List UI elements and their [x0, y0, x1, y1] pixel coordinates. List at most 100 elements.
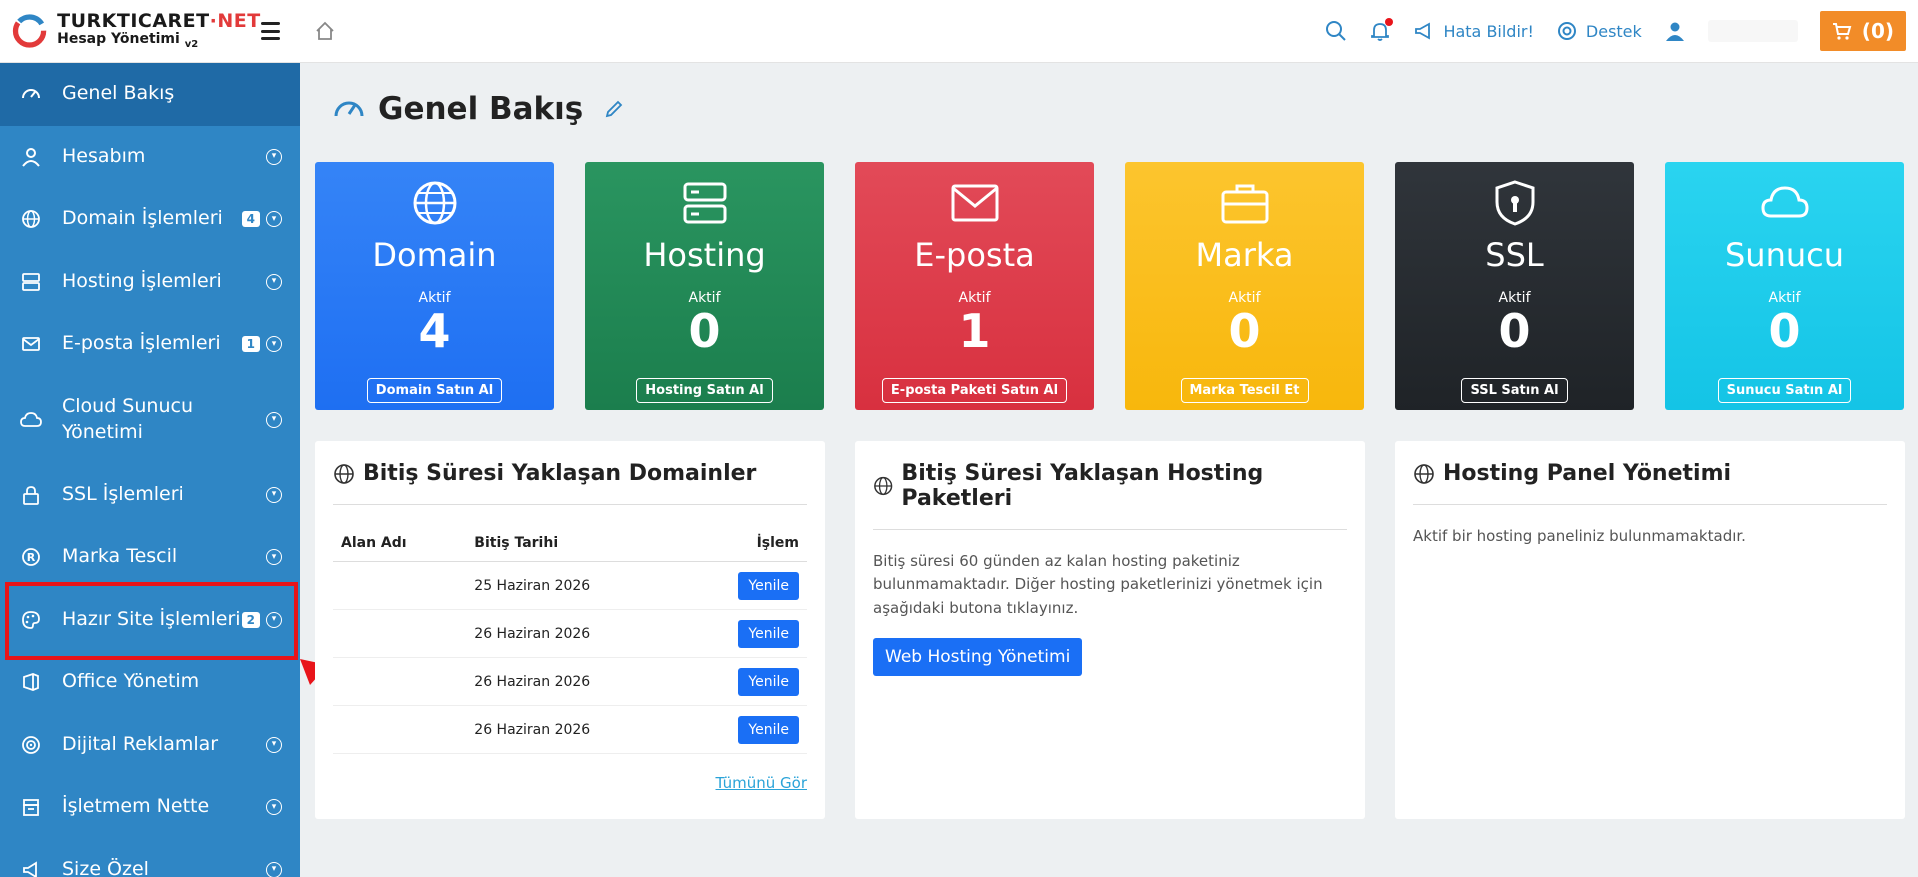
card-title: Marka — [1195, 236, 1294, 274]
report-bug-link[interactable]: Hata Bildir! — [1413, 20, 1534, 42]
table-row: 26 Haziran 2026 Yenile — [333, 609, 807, 658]
chevron-down-icon[interactable]: ▾ — [266, 211, 282, 228]
expiring-domains-table: Alan Adı Bitiş Tarihi İşlem 25 Haziran 2… — [333, 525, 807, 754]
hosting-panel-management: Hosting Panel Yönetimi Aktif bir hosting… — [1395, 441, 1905, 819]
card-count: 1 — [958, 304, 991, 358]
user-name-box[interactable] — [1707, 20, 1798, 42]
support-link[interactable]: Destek — [1556, 20, 1642, 42]
action-cell: Yenile — [681, 609, 807, 658]
home-icon[interactable] — [314, 20, 336, 42]
chevron-down-icon[interactable]: ▾ — [266, 799, 282, 816]
chevron-down-icon[interactable]: ▾ — [266, 486, 282, 503]
panel-title: Bitiş Süresi Yaklaşan Hosting Paketleri — [873, 461, 1347, 530]
summary-cards: Domain Aktif 4 Domain Satın Al Hosting A… — [315, 162, 1904, 410]
register-brand-button[interactable]: Marka Tescil Et — [1180, 378, 1309, 403]
sidebar-item-hesabim[interactable]: Hesabım ▾ — [0, 126, 300, 189]
card-count: 0 — [1498, 304, 1531, 358]
globe-icon — [334, 463, 354, 484]
sidebar-item-size-ozel[interactable]: Size Özel ▾ — [0, 839, 300, 877]
buy-domain-button[interactable]: Domain Satın Al — [366, 378, 503, 403]
cart-icon — [1832, 23, 1852, 40]
domain-cell — [333, 657, 467, 706]
menu-toggle-icon[interactable] — [260, 22, 280, 40]
date-cell: 25 Haziran 2026 — [466, 561, 682, 610]
domain-cell — [333, 705, 467, 754]
chevron-down-icon[interactable]: ▾ — [266, 273, 282, 290]
panel-title: Bitiş Süresi Yaklaşan Domainler — [333, 461, 807, 505]
buy-ssl-button[interactable]: SSL Satın Al — [1461, 378, 1568, 403]
pencil-icon[interactable] — [603, 98, 625, 120]
sidebar-item-marka-tescil[interactable]: R Marka Tescil ▾ — [0, 526, 300, 589]
buy-hosting-button[interactable]: Hosting Satın Al — [636, 378, 773, 403]
sidebar-item-hazir-site[interactable]: Hazır Site İşlemleri 2 ▾ — [0, 589, 300, 652]
table-row: 25 Haziran 2026 Yenile — [333, 561, 807, 610]
card-sunucu: Sunucu Aktif 0 Sunucu Satın Al — [1665, 162, 1904, 410]
chevron-down-icon[interactable]: ▾ — [266, 549, 282, 566]
count-badge: 1 — [241, 336, 260, 353]
card-hosting: Hosting Aktif 0 Hosting Satın Al — [585, 162, 824, 410]
chevron-down-icon[interactable]: ▾ — [266, 861, 282, 877]
globe-icon — [413, 181, 456, 225]
sidebar-item-ssl[interactable]: SSL İşlemleri ▾ — [0, 464, 300, 527]
dashboard-icon — [334, 101, 364, 117]
column-header: İşlem — [681, 525, 807, 562]
sidebar-item-genel-bakis[interactable]: Genel Bakış — [0, 63, 300, 126]
sidebar-item-label: Cloud Sunucu Yönetimi — [62, 394, 193, 443]
card-count: 4 — [418, 304, 451, 358]
bell-icon[interactable] — [1369, 18, 1394, 42]
chevron-down-icon[interactable]: ▾ — [266, 611, 282, 628]
card-ssl: SSL Aktif 0 SSL Satın Al — [1395, 162, 1634, 410]
sidebar-item-eposta[interactable]: E-posta İşlemleri 1 ▾ — [0, 313, 300, 376]
search-icon[interactable] — [1325, 20, 1347, 42]
sidebar-item-label: Hazır Site İşlemleri — [62, 607, 241, 630]
card-title: Domain — [372, 236, 497, 274]
sidebar-item-dijital-reklamlar[interactable]: Dijital Reklamlar ▾ — [0, 714, 300, 777]
panel-title-text: Hosting Panel Yönetimi — [1443, 461, 1732, 486]
buy-email-button[interactable]: E-posta Paketi Satın Al — [881, 378, 1068, 403]
sidebar-item-label: SSL İşlemleri — [62, 482, 184, 505]
topbar: Hata Bildir! Destek (0) — [300, 0, 1918, 63]
brand-logo-icon[interactable] — [12, 11, 47, 51]
card-title: SSL — [1485, 236, 1544, 274]
svg-text:R: R — [27, 551, 36, 564]
brand-text: TURKTICARET·NET Hesap Yönetimi v2 — [57, 11, 261, 50]
renew-button[interactable]: Yenile — [738, 667, 799, 696]
globe-icon — [874, 476, 893, 496]
sidebar-item-office[interactable]: Office Yönetim — [0, 651, 300, 714]
panel-title: Hosting Panel Yönetimi — [1413, 461, 1887, 505]
shield-lock-icon — [1495, 180, 1534, 226]
cloud-icon — [20, 409, 42, 431]
globe-icon — [1414, 463, 1434, 484]
sidebar-item-label: Hosting İşlemleri — [62, 269, 222, 292]
web-hosting-management-button[interactable]: Web Hosting Yönetimi — [873, 637, 1083, 676]
card-count: 0 — [688, 304, 721, 358]
main-content: Genel Bakış Domain Aktif 4 Domain Satın … — [300, 63, 1918, 877]
panel-title-text: Bitiş Süresi Yaklaşan Hosting Paketleri — [901, 461, 1264, 511]
buy-server-button[interactable]: Sunucu Satın Al — [1717, 378, 1852, 403]
sidebar-item-cloud-sunucu[interactable]: Cloud Sunucu Yönetimi ▾ — [0, 376, 300, 464]
sidebar-item-label: Size Özel — [62, 857, 149, 877]
chevron-down-icon[interactable]: ▾ — [266, 336, 282, 353]
count-badge: 4 — [241, 211, 260, 228]
expiring-hosting-panel: Bitiş Süresi Yaklaşan Hosting Paketleri … — [855, 441, 1365, 819]
renew-button[interactable]: Yenile — [738, 571, 799, 600]
cart-button[interactable]: (0) — [1819, 11, 1906, 51]
chevron-down-icon[interactable]: ▾ — [266, 148, 282, 165]
sidebar-item-hosting[interactable]: Hosting İşlemleri ▾ — [0, 251, 300, 314]
mail-icon — [20, 333, 42, 355]
chevron-down-icon[interactable]: ▾ — [266, 736, 282, 753]
action-cell: Yenile — [681, 657, 807, 706]
renew-button[interactable]: Yenile — [738, 715, 799, 744]
sidebar-item-domain[interactable]: Domain İşlemleri 4 ▾ — [0, 188, 300, 251]
date-cell: 26 Haziran 2026 — [466, 705, 682, 754]
brand-subtitle: Hesap Yönetimi v2 — [57, 30, 199, 50]
renew-button[interactable]: Yenile — [738, 619, 799, 648]
palette-icon — [20, 609, 42, 631]
topbar-actions: Hata Bildir! Destek (0) — [1325, 11, 1918, 51]
chevron-down-icon[interactable]: ▾ — [266, 411, 282, 428]
table-header-row: Alan Adı Bitiş Tarihi İşlem — [333, 525, 807, 562]
sidebar-item-isletmem-nette[interactable]: İşletmem Nette ▾ — [0, 776, 300, 839]
user-icon[interactable] — [1664, 20, 1686, 42]
info-panels: Bitiş Süresi Yaklaşan Domainler Alan Adı… — [315, 441, 1905, 819]
see-all-link[interactable]: Tümünü Gör — [333, 774, 807, 792]
